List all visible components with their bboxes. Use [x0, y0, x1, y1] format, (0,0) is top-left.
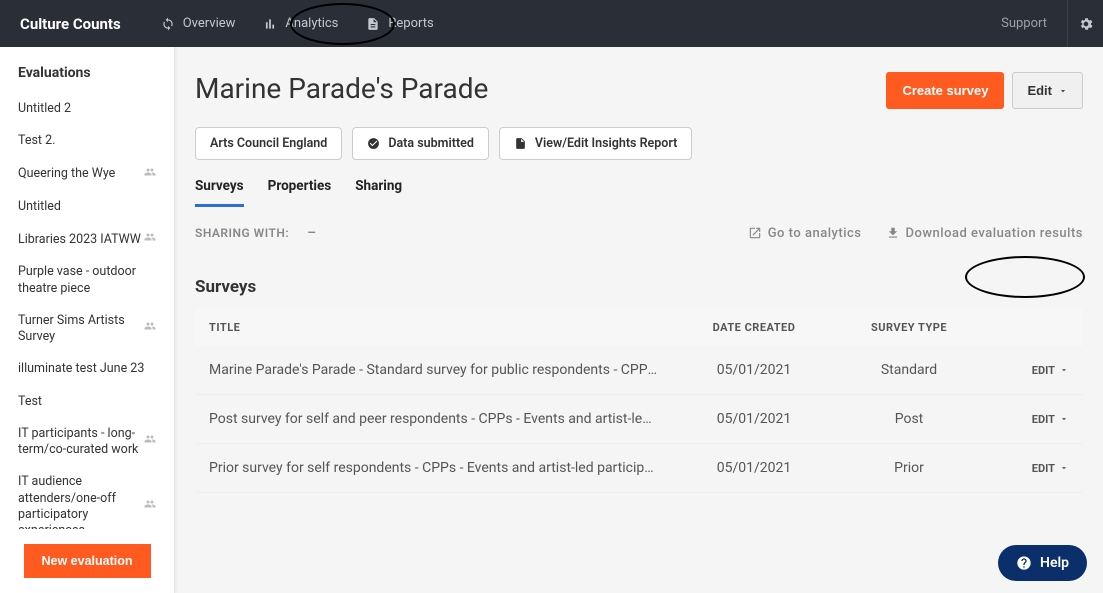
row-type: Standard — [829, 362, 989, 378]
sidebar-item-label: Untitled 2 — [18, 101, 71, 117]
row-date: 05/01/2021 — [679, 460, 829, 476]
table-row[interactable]: Post survey for self and peer respondent… — [195, 395, 1083, 444]
row-title: Marine Parade's Parade - Standard survey… — [209, 362, 679, 378]
sidebar-item[interactable]: Turner Sims Artists Survey — [0, 305, 174, 354]
edit-label: Edit — [1027, 83, 1052, 98]
create-survey-button[interactable]: Create survey — [886, 72, 1004, 109]
surveys-heading: Surveys — [195, 277, 1083, 297]
sidebar-item-label: Turner Sims Artists Survey — [18, 313, 144, 346]
settings-gear[interactable] — [1067, 0, 1103, 47]
download-icon — [886, 226, 900, 240]
shared-icon — [144, 231, 156, 248]
row-type: Post — [829, 411, 989, 427]
sidebar-item-label: Queering the Wye — [18, 166, 115, 182]
bar-chart-icon — [263, 17, 277, 31]
chevron-down-icon — [1059, 463, 1069, 473]
sharing-with-value: – — [307, 225, 316, 241]
sidebar-item-label: Test — [18, 394, 42, 410]
row-edit-button[interactable]: EDIT — [989, 364, 1069, 377]
sidebar-item-label: Libraries 2023 IATWW — [18, 232, 141, 248]
edit-button[interactable]: Edit — [1012, 72, 1083, 109]
sidebar-item-label: Untitled — [18, 199, 61, 215]
sidebar-item-label: illuminate test June 23 — [18, 361, 144, 377]
tab-sharing[interactable]: Sharing — [355, 178, 402, 207]
sidebar-list: Untitled 2 Test 2. Queering the Wye Untitle… — [0, 93, 174, 529]
brand-logo: Culture Counts — [20, 15, 121, 33]
sidebar-item-label: Test 2. — [18, 133, 55, 149]
check-circle-icon — [367, 137, 380, 150]
document-icon — [514, 137, 527, 150]
help-button[interactable]: Help — [998, 545, 1087, 581]
sidebar-item[interactable]: Libraries 2023 IATWW — [0, 223, 174, 256]
sidebar-item[interactable]: IT audience attenders/one-off participat… — [0, 466, 174, 529]
sidebar-item[interactable]: Test — [0, 386, 174, 418]
sidebar-item[interactable]: IT participants - long-term/co-curated w… — [0, 418, 174, 467]
col-type: SURVEY TYPE — [829, 321, 989, 334]
sidebar-header: Evaluations — [0, 47, 174, 93]
shared-icon — [144, 498, 156, 515]
chevron-down-icon — [1059, 414, 1069, 424]
nav-overview-label: Overview — [183, 16, 236, 31]
tab-surveys[interactable]: Surveys — [195, 178, 244, 207]
col-title: TITLE — [209, 321, 679, 334]
chevron-down-icon — [1058, 86, 1068, 96]
topbar: Culture Counts Overview Analytics Report… — [0, 0, 1103, 47]
org-chip[interactable]: Arts Council England — [195, 127, 342, 160]
document-icon — [366, 17, 380, 31]
page-title: Marine Parade's Parade — [195, 72, 488, 105]
sidebar-item[interactable]: Purple vase - outdoor theatre piece — [0, 256, 174, 305]
help-icon — [1016, 555, 1032, 571]
row-type: Prior — [829, 460, 989, 476]
sidebar-item-label: Purple vase - outdoor theatre piece — [18, 264, 156, 297]
row-edit-button[interactable]: EDIT — [989, 413, 1069, 426]
table-row[interactable]: Prior survey for self respondents - CPPs… — [195, 444, 1083, 493]
refresh-icon — [161, 17, 175, 31]
row-date: 05/01/2021 — [679, 411, 829, 427]
download-results-link[interactable]: Download evaluation results — [886, 226, 1083, 241]
go-to-analytics-link[interactable]: Go to analytics — [748, 226, 862, 241]
shared-icon — [144, 433, 156, 450]
gear-icon — [1078, 16, 1094, 32]
sidebar-item[interactable]: Queering the Wye — [0, 158, 174, 191]
main-content: Marine Parade's Parade Create survey Edi… — [175, 47, 1103, 593]
sidebar: Evaluations Untitled 2 Test 2. Queering th… — [0, 47, 175, 593]
table-row[interactable]: Marine Parade's Parade - Standard survey… — [195, 346, 1083, 395]
nav-overview[interactable]: Overview — [161, 16, 236, 31]
sidebar-item[interactable]: Untitled 2 — [0, 93, 174, 125]
col-date: DATE CREATED — [679, 321, 829, 334]
row-edit-button[interactable]: EDIT — [989, 462, 1069, 475]
chevron-down-icon — [1059, 365, 1069, 375]
sidebar-item[interactable]: illuminate test June 23 — [0, 353, 174, 385]
shared-icon — [144, 166, 156, 183]
nav-analytics[interactable]: Analytics — [263, 16, 338, 31]
table-header: TITLE DATE CREATED SURVEY TYPE — [195, 309, 1083, 346]
shared-icon — [144, 320, 156, 337]
support-link[interactable]: Support — [1001, 16, 1047, 31]
row-date: 05/01/2021 — [679, 362, 829, 378]
insights-chip[interactable]: View/Edit Insights Report — [499, 127, 692, 160]
nav-analytics-label: Analytics — [285, 16, 338, 31]
tab-properties[interactable]: Properties — [268, 178, 332, 207]
sidebar-item[interactable]: Test 2. — [0, 125, 174, 157]
nav-reports-label: Reports — [388, 16, 433, 31]
sidebar-item-label: IT audience attenders/one-off participat… — [18, 474, 144, 529]
sidebar-item[interactable]: Untitled — [0, 191, 174, 223]
row-title: Post survey for self and peer respondent… — [209, 411, 679, 427]
nav-reports[interactable]: Reports — [366, 16, 433, 31]
sidebar-item-label: IT participants - long-term/co-curated w… — [18, 426, 144, 459]
data-submitted-chip[interactable]: Data submitted — [352, 127, 489, 160]
sharing-with-label: SHARING WITH: — [195, 226, 289, 240]
external-link-icon — [748, 226, 762, 240]
table-body: Marine Parade's Parade - Standard survey… — [195, 346, 1083, 493]
row-title: Prior survey for self respondents - CPPs… — [209, 460, 679, 476]
new-evaluation-button[interactable]: New evaluation — [24, 544, 151, 578]
